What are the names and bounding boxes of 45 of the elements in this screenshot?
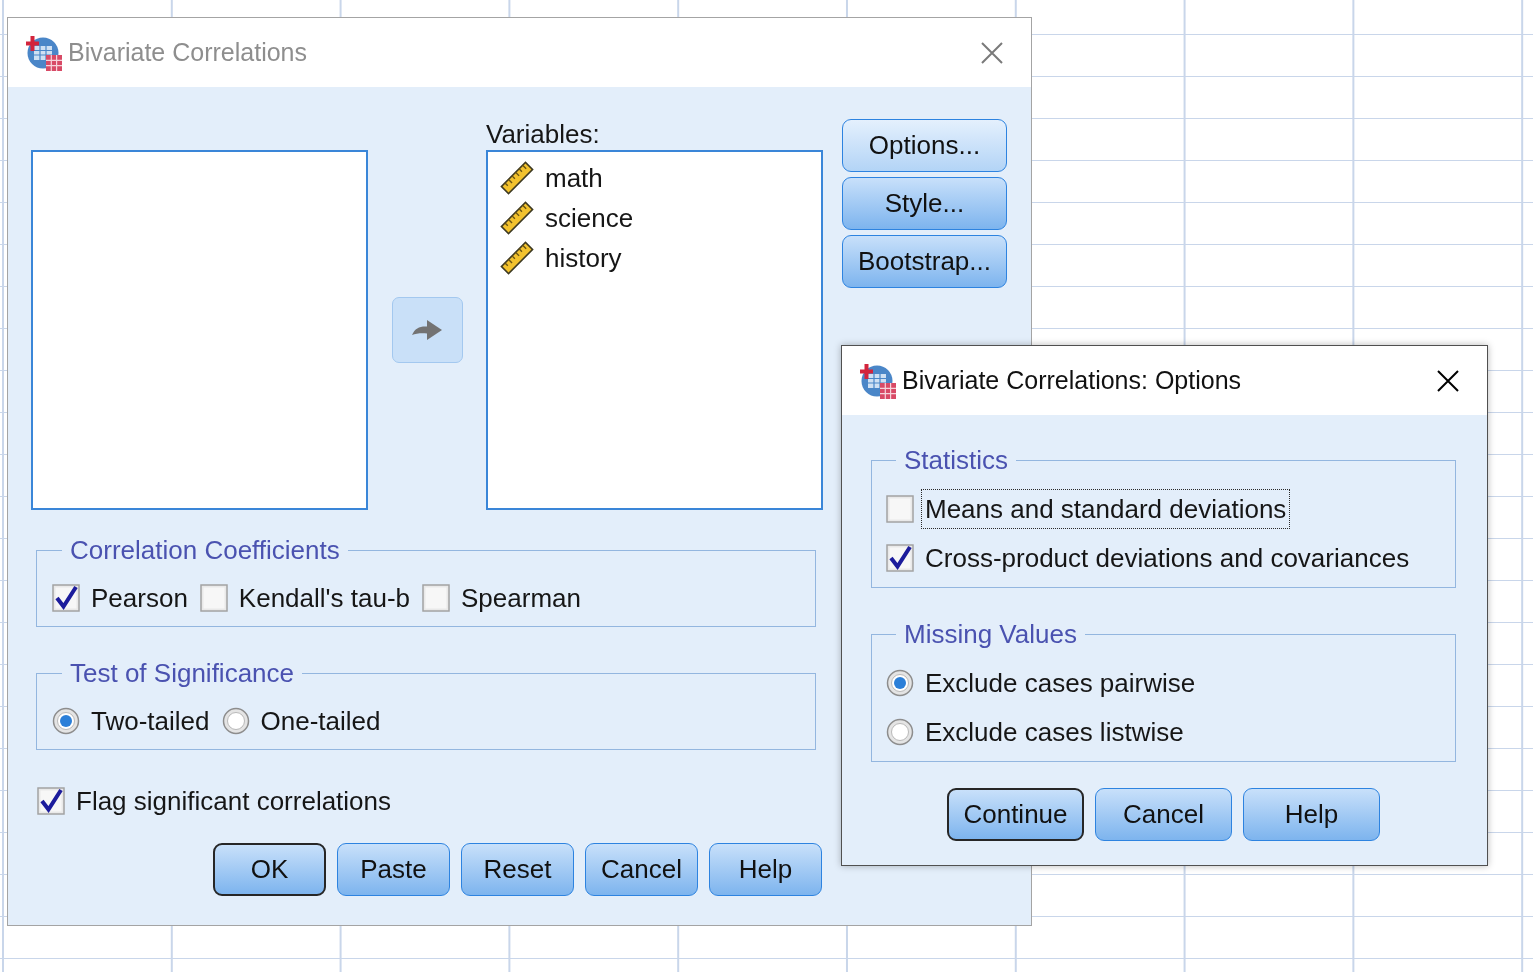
- app-icon: [860, 362, 896, 399]
- option-label[interactable]: Exclude cases listwise: [925, 716, 1184, 748]
- option-label[interactable]: Exclude cases pairwise: [925, 667, 1196, 699]
- dialog-button[interactable]: Help: [1243, 788, 1380, 841]
- dialog-button[interactable]: Cancel: [585, 843, 698, 896]
- group-title: Missing Values: [903, 619, 1078, 649]
- option-label[interactable]: Two-tailed: [91, 705, 210, 737]
- radio-button[interactable]: [886, 718, 914, 746]
- checkbox[interactable]: [37, 787, 65, 815]
- option-label[interactable]: Pearson: [91, 582, 188, 614]
- dialog-button[interactable]: Cancel: [1095, 788, 1232, 841]
- dialog-button[interactable]: Continue: [947, 788, 1084, 841]
- dialog-button[interactable]: Help: [709, 843, 822, 896]
- group-title: Test of Significance: [69, 658, 295, 688]
- list-item[interactable]: science: [499, 198, 634, 238]
- option-label[interactable]: One-tailed: [260, 705, 381, 737]
- radio-button[interactable]: [221, 707, 250, 735]
- option-label[interactable]: Spearman: [461, 582, 581, 614]
- arrow-icon: [411, 318, 443, 342]
- app-icon: [26, 34, 62, 71]
- list-label: Variables:: [486, 119, 601, 150]
- radio-button[interactable]: [52, 707, 80, 735]
- dialog-button[interactable]: Style...: [842, 177, 1007, 230]
- radio-button[interactable]: [886, 669, 914, 697]
- checkbox[interactable]: [886, 544, 914, 572]
- group-title: Statistics: [903, 445, 1010, 475]
- group-title: Correlation Coefficients: [69, 535, 341, 565]
- source-variable-list[interactable]: [31, 150, 368, 510]
- option-label[interactable]: Cross-product deviations and covariances: [925, 542, 1410, 574]
- dialog-button[interactable]: Bootstrap...: [842, 235, 1007, 288]
- dialog-button[interactable]: Options...: [842, 119, 1007, 172]
- dialog-button[interactable]: Reset: [461, 843, 574, 896]
- list-item[interactable]: math: [499, 158, 603, 198]
- checkbox[interactable]: [886, 495, 914, 523]
- dialog-button[interactable]: Paste: [337, 843, 450, 896]
- checkbox[interactable]: [52, 584, 80, 612]
- list-item[interactable]: history: [499, 238, 622, 278]
- option-label[interactable]: Kendall's tau-b: [238, 582, 411, 614]
- window-title: Bivariate Correlations: Options: [902, 366, 1242, 395]
- dialog-button[interactable]: OK: [213, 843, 326, 896]
- checkbox[interactable]: [199, 584, 228, 612]
- option-label[interactable]: Flag significant correlations: [76, 785, 392, 817]
- close-icon[interactable]: [1437, 369, 1459, 392]
- checkbox[interactable]: [422, 584, 451, 612]
- window-title: Bivariate Correlations: [68, 38, 307, 67]
